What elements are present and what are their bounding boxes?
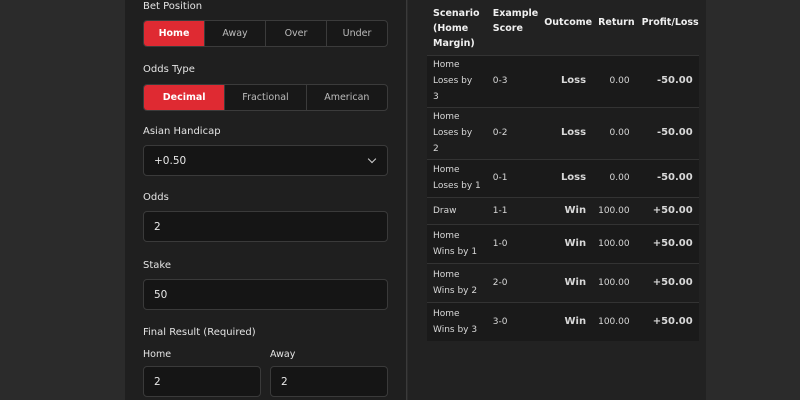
bet-position-home[interactable]: Home	[144, 21, 204, 46]
row-scenario: Home Loses by 2	[427, 106, 487, 159]
stake-label: Stake	[143, 260, 171, 271]
odds-type-toggle: Decimal Fractional American	[143, 84, 388, 111]
home-score-input[interactable]: 2	[143, 366, 261, 397]
row-return: 100.00	[592, 223, 636, 263]
bet-position-away[interactable]: Away	[204, 21, 265, 46]
row-score: 0-2	[486, 106, 539, 159]
scenario-line: Home	[433, 60, 460, 70]
final-result-away-label: Away	[270, 349, 296, 360]
header-return: Return	[598, 17, 635, 28]
bet-position-toggle: Home Away Over Under	[143, 20, 388, 47]
odds-type-fractional[interactable]: Fractional	[224, 85, 305, 110]
row-profit: +50.00	[635, 262, 699, 302]
row-scenario: Home Wins by 1	[427, 223, 487, 263]
row-scenario: Draw	[427, 196, 487, 224]
row-profit: -50.00	[635, 106, 699, 159]
asian-handicap-label: Asian Handicap	[143, 126, 221, 137]
header-score-line: Score	[492, 23, 523, 34]
row-return: 0.00	[592, 158, 636, 197]
results-table: Scenario (Home Margin) Example Score Out…	[427, 0, 699, 341]
header-outcome: Outcome	[544, 17, 593, 28]
asian-handicap-value: +0.50	[154, 154, 187, 167]
header-score-line: Example	[492, 8, 539, 19]
row-return: 100.00	[592, 262, 636, 302]
table-row: Home Wins by 1 1-0 Win 100.00 +50.00	[427, 223, 699, 263]
stake-input[interactable]: 50	[143, 279, 388, 310]
scenario-line: 3	[433, 92, 439, 102]
scenario-line: Home	[433, 112, 460, 122]
row-score: 3-0	[486, 301, 539, 341]
table-header-row: Scenario (Home Margin) Example Score Out…	[427, 0, 699, 55]
row-scenario: Home Wins by 3	[427, 301, 487, 341]
scenario-line: Wins by 3	[433, 324, 478, 335]
row-return: 100.00	[592, 196, 636, 224]
row-outcome: Loss	[538, 54, 593, 107]
header-scenario-line: Scenario	[433, 8, 480, 19]
odds-type-decimal[interactable]: Decimal	[144, 85, 225, 110]
row-return: 100.00	[592, 301, 636, 341]
row-score: 0-1	[486, 158, 539, 197]
final-result-home-label: Home	[143, 349, 172, 360]
row-profit: +50.00	[635, 301, 699, 341]
header-profit: Profit/Loss	[641, 17, 699, 28]
row-profit: -50.00	[635, 54, 699, 107]
scenario-line: Loses by 1	[433, 181, 481, 191]
asian-handicap-select[interactable]: +0.50	[143, 145, 388, 176]
scenario-line: Home	[433, 230, 460, 241]
scenario-line: Home	[433, 269, 460, 280]
away-score-input[interactable]: 2	[270, 366, 388, 397]
header-scenario: Scenario (Home Margin)	[427, 0, 487, 55]
table-row: Home Loses by 3 0-3 Loss 0.00 -50.00	[427, 54, 699, 107]
scenario-line: Draw	[433, 205, 457, 216]
odds-type-american[interactable]: American	[305, 85, 387, 110]
scenario-line: Wins by 2	[433, 285, 478, 296]
row-outcome: Loss	[538, 106, 593, 159]
scenario-line: Home	[433, 165, 460, 175]
row-outcome: Win	[538, 262, 593, 302]
scenario-line: Loses by	[433, 76, 473, 86]
table-row: Home Loses by 2 0-2 Loss 0.00 -50.00	[427, 106, 699, 159]
table-row: Home Wins by 2 2-0 Win 100.00 +50.00	[427, 262, 699, 302]
bet-position-under[interactable]: Under	[326, 21, 387, 46]
header-scenario-line: (Home	[433, 23, 469, 34]
row-outcome: Win	[538, 301, 593, 341]
header-scenario-line: Margin)	[433, 38, 475, 49]
table-row: Home Wins by 3 3-0 Win 100.00 +50.00	[427, 301, 699, 341]
final-result-label: Final Result (Required)	[143, 327, 256, 338]
row-score: 0-3	[486, 54, 539, 107]
row-profit: +50.00	[635, 223, 699, 263]
row-outcome: Win	[538, 223, 593, 263]
scenario-line: Loses by	[433, 128, 473, 138]
table-row: Home Loses by 1 0-1 Loss 0.00 -50.00	[427, 158, 699, 197]
row-score: 1-1	[486, 196, 539, 224]
row-scenario: Home Wins by 2	[427, 262, 487, 302]
odds-input-value: 2	[154, 220, 161, 233]
table-row: Draw 1-1 Win 100.00 +50.00	[427, 196, 699, 224]
row-outcome: Win	[538, 196, 593, 224]
odds-input[interactable]: 2	[143, 211, 388, 242]
scenario-line: Wins by 1	[433, 246, 478, 257]
bet-position-label: Bet Position	[143, 1, 203, 12]
odds-type-label: Odds Type	[143, 64, 195, 75]
row-outcome: Loss	[538, 158, 593, 197]
away-score-value: 2	[281, 375, 288, 388]
calculator-page: Bet Position Home Away Over Under Odds T…	[0, 0, 800, 400]
stake-input-value: 50	[154, 288, 168, 301]
home-score-value: 2	[154, 375, 161, 388]
row-scenario: Home Loses by 1	[427, 158, 487, 197]
bet-position-over[interactable]: Over	[265, 21, 326, 46]
scenario-line: 2	[433, 144, 439, 154]
row-score: 2-0	[486, 262, 539, 302]
row-return: 0.00	[592, 106, 636, 159]
chevron-down-icon	[367, 154, 377, 164]
row-profit: -50.00	[635, 158, 699, 197]
row-return: 0.00	[592, 54, 636, 107]
row-scenario: Home Loses by 3	[427, 54, 487, 107]
header-score: Example Score	[487, 0, 538, 55]
odds-label: Odds	[143, 192, 169, 203]
row-score: 1-0	[486, 223, 539, 263]
scenario-line: Home	[433, 308, 460, 319]
row-profit: +50.00	[635, 196, 699, 224]
